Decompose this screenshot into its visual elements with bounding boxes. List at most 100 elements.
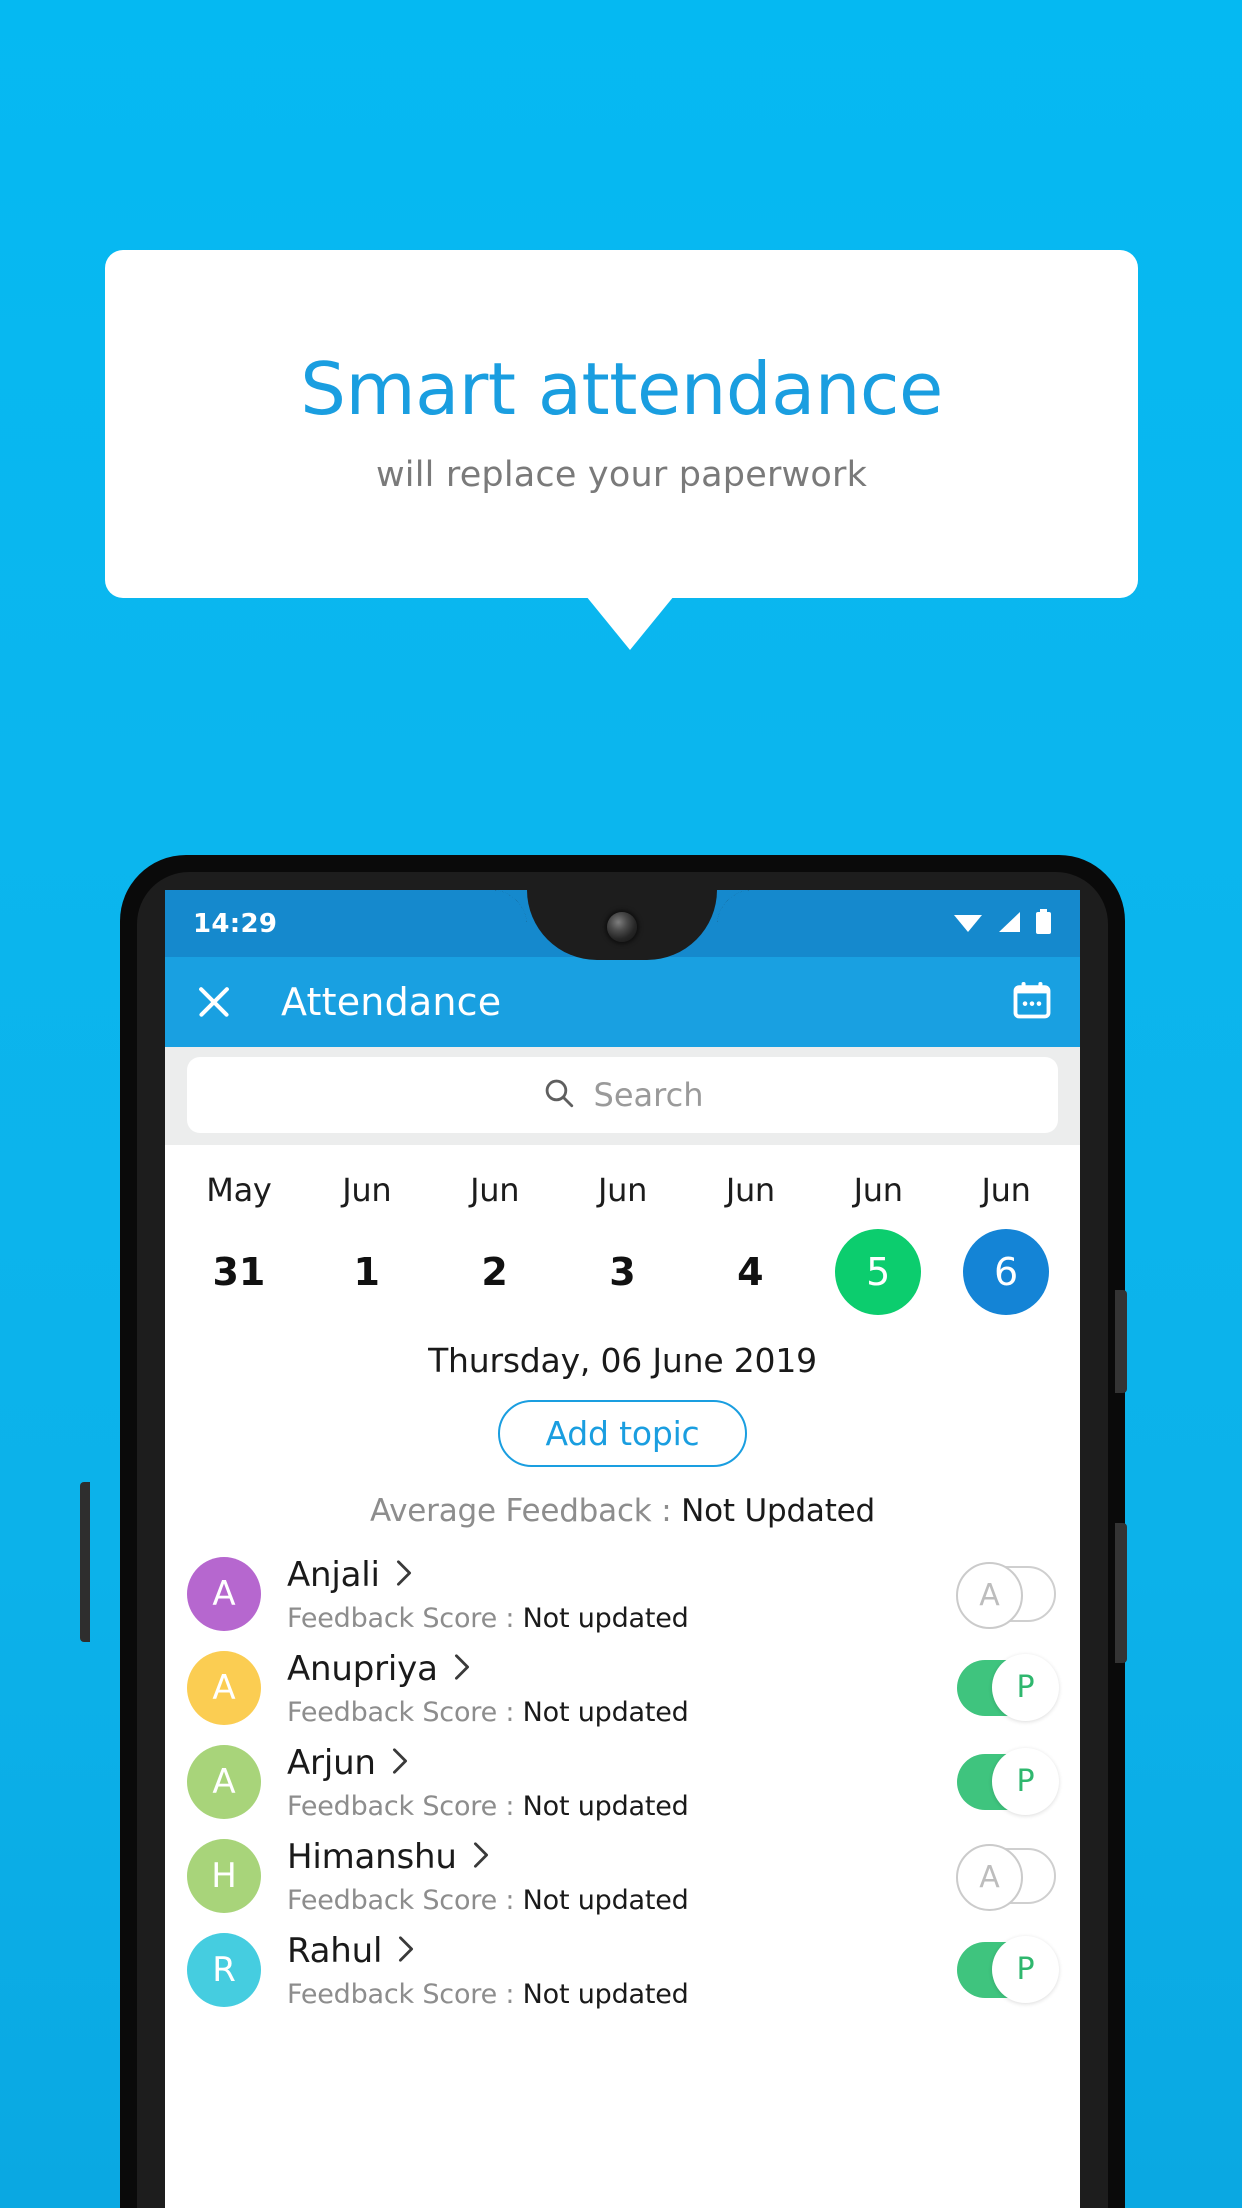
app-bar: Attendance <box>165 957 1080 1047</box>
date-month-label: Jun <box>981 1171 1031 1209</box>
add-topic-container: Add topic <box>165 1400 1080 1467</box>
feedback-score-value: Not updated <box>522 1884 689 1916</box>
date-number-circle: 2 <box>452 1229 538 1315</box>
student-info: Arjun Feedback Score : Not updated <box>287 1743 957 1822</box>
date-cell-jun-5[interactable]: Jun 5 <box>814 1171 942 1315</box>
attendance-toggle-knob: P <box>992 1936 1059 2003</box>
date-number-label: 6 <box>993 1250 1019 1294</box>
chevron-right-icon[interactable] <box>396 1935 416 1967</box>
feedback-score-label: Feedback Score : <box>287 1696 523 1728</box>
student-info: Rahul Feedback Score : Not updated <box>287 1931 957 2010</box>
student-name-line[interactable]: Arjun <box>287 1743 957 1783</box>
student-name-line[interactable]: Himanshu <box>287 1837 957 1877</box>
search-icon <box>542 1076 576 1114</box>
avatar-initial: A <box>212 1668 236 1708</box>
chevron-right-icon[interactable] <box>452 1653 472 1685</box>
feedback-score-label: Feedback Score : <box>287 1978 523 2010</box>
date-number-label: 3 <box>609 1250 636 1294</box>
avatar: H <box>187 1839 261 1913</box>
date-month-label: Jun <box>725 1171 775 1209</box>
feedback-score-label: Feedback Score : <box>287 1602 523 1634</box>
date-number-circle: 6 <box>963 1229 1050 1315</box>
search-container: Search <box>165 1047 1080 1145</box>
phone-side-button-left[interactable] <box>80 1482 90 1642</box>
date-month-label: Jun <box>597 1171 648 1209</box>
chevron-right-icon[interactable] <box>390 1747 410 1779</box>
date-number-circle: 4 <box>707 1229 793 1315</box>
wifi-icon <box>953 910 983 938</box>
attendance-toggle[interactable]: P <box>957 1748 1059 1815</box>
attendance-toggle[interactable]: P <box>957 1654 1059 1721</box>
date-cell-jun-1[interactable]: Jun 1 <box>303 1171 431 1315</box>
student-feedback-score: Feedback Score : Not updated <box>287 1979 957 2010</box>
page-title: Attendance <box>281 980 502 1024</box>
date-month-label: May <box>206 1171 272 1209</box>
selected-date-label: Thursday, 06 June 2019 <box>428 1341 817 1380</box>
search-placeholder-text: Search <box>593 1076 704 1114</box>
date-cell-jun-4[interactable]: Jun 4 <box>686 1171 814 1315</box>
date-strip: May 31 Jun 1 Jun 2 Jun 3 Jun 4 Jun 5 Jun 6 <box>165 1145 1080 1315</box>
phone-side-button-right-lower[interactable] <box>1115 1523 1127 1663</box>
feedback-score-label: Feedback Score : <box>287 1790 523 1822</box>
date-month-label: Jun <box>853 1171 903 1209</box>
student-row[interactable]: A Anjali Feedback Score : Not updated A <box>165 1547 1080 1641</box>
attendance-toggle-knob: P <box>992 1654 1059 1721</box>
avatar: A <box>187 1651 261 1725</box>
date-cell-jun-2[interactable]: Jun 2 <box>431 1171 559 1315</box>
date-number-label: 2 <box>481 1250 508 1294</box>
date-number-circle: 31 <box>196 1229 282 1315</box>
student-feedback-score: Feedback Score : Not updated <box>287 1885 957 1916</box>
student-feedback-score: Feedback Score : Not updated <box>287 1603 957 1634</box>
student-info: Anjali Feedback Score : Not updated <box>287 1555 957 1634</box>
close-icon[interactable] <box>191 979 237 1025</box>
promo-card: Smart attendance will replace your paper… <box>105 250 1138 598</box>
date-number-label: 4 <box>737 1250 764 1294</box>
avatar: A <box>187 1745 261 1819</box>
date-number-label: 31 <box>212 1250 266 1294</box>
date-month-label: Jun <box>342 1171 392 1209</box>
attendance-toggle-knob: A <box>956 1562 1023 1629</box>
date-cell-jun-3[interactable]: Jun 3 <box>559 1171 687 1315</box>
date-cell-jun-6[interactable]: Jun 6 <box>942 1171 1070 1315</box>
student-row[interactable]: A Arjun Feedback Score : Not updated P <box>165 1735 1080 1829</box>
student-list: A Anjali Feedback Score : Not updated A A Anu… <box>165 1547 1080 2017</box>
promo-card-tail <box>586 596 674 650</box>
chevron-right-icon[interactable] <box>471 1841 491 1873</box>
student-name: Arjun <box>287 1742 376 1783</box>
student-name-line[interactable]: Rahul <box>287 1931 957 1971</box>
feedback-score-value: Not updated <box>522 1696 689 1728</box>
search-input[interactable]: Search <box>187 1057 1058 1133</box>
add-topic-button[interactable]: Add topic <box>497 1400 748 1467</box>
student-name: Anupriya <box>287 1648 438 1689</box>
average-feedback: Average Feedback : Not Updated <box>165 1493 1080 1529</box>
phone-screen: 14:29 Attendance Search May 31 Jun 1 Jun… <box>165 890 1080 2208</box>
date-number-circle: 1 <box>324 1229 410 1315</box>
student-feedback-score: Feedback Score : Not updated <box>287 1791 957 1822</box>
phone-side-button-right-upper[interactable] <box>1115 1290 1127 1393</box>
status-bar-icons <box>953 908 1052 939</box>
date-cell-may-31[interactable]: May 31 <box>175 1171 303 1315</box>
student-feedback-score: Feedback Score : Not updated <box>287 1697 957 1728</box>
student-row[interactable]: R Rahul Feedback Score : Not updated P <box>165 1923 1080 2017</box>
student-name-line[interactable]: Anupriya <box>287 1649 957 1689</box>
student-row[interactable]: H Himanshu Feedback Score : Not updated A <box>165 1829 1080 1923</box>
attendance-toggle-knob: P <box>992 1748 1059 1815</box>
front-camera <box>607 912 637 942</box>
attendance-toggle[interactable]: A <box>956 1844 1056 1911</box>
student-name: Himanshu <box>287 1836 457 1877</box>
student-row[interactable]: A Anupriya Feedback Score : Not updated P <box>165 1641 1080 1735</box>
chevron-right-icon[interactable] <box>394 1559 414 1591</box>
student-name: Anjali <box>287 1554 380 1595</box>
date-number-circle: 5 <box>835 1229 922 1315</box>
date-number-label: 5 <box>866 1250 891 1294</box>
avatar: A <box>187 1557 261 1631</box>
attendance-toggle[interactable]: P <box>957 1936 1059 2003</box>
attendance-toggle[interactable]: A <box>956 1562 1056 1629</box>
date-number-circle: 3 <box>580 1229 666 1315</box>
avatar: R <box>187 1933 261 2007</box>
signal-icon <box>996 910 1022 938</box>
promo-subtitle: will replace your paperwork <box>375 455 868 495</box>
date-number-label: 1 <box>353 1250 380 1294</box>
student-name-line[interactable]: Anjali <box>287 1555 957 1595</box>
calendar-icon[interactable] <box>1010 978 1054 1026</box>
